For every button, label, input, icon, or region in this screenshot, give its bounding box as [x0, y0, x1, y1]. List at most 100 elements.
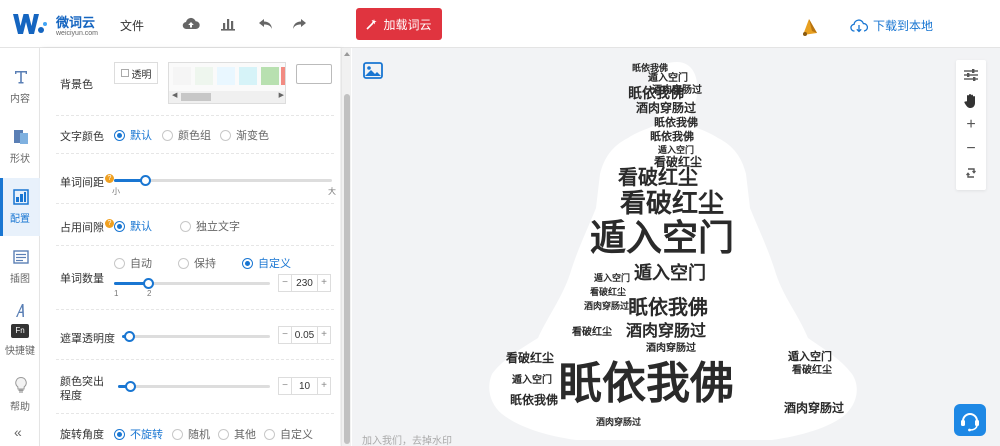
hand-pan-icon[interactable] — [962, 92, 980, 110]
cloud-word[interactable]: 眂依我佛 — [632, 64, 668, 73]
scroll-thumb[interactable] — [344, 94, 350, 444]
cloud-word[interactable]: 酒肉穿肠过 — [596, 418, 641, 427]
setting-mask-opacity-row: 遮罩透明度 − 0.05 + — [56, 310, 334, 360]
cloud-word[interactable]: 眂依我佛 — [628, 86, 684, 100]
stepper-minus-button[interactable]: − — [279, 327, 292, 343]
stepper-minus-button[interactable]: − — [279, 275, 292, 291]
stepper-plus-button[interactable]: + — [317, 327, 330, 343]
cloud-word[interactable]: 遁入空门 — [658, 146, 694, 155]
slider-handle[interactable] — [140, 175, 151, 186]
app-logo[interactable]: 微词云 weiciyun.com — [12, 8, 100, 40]
cloud-word[interactable]: 遁入空门 — [590, 220, 734, 256]
slider-handle[interactable] — [143, 278, 154, 289]
word-spacing-slider[interactable] — [114, 175, 332, 186]
cloud-word[interactable]: 遁入空门 — [788, 352, 832, 363]
swatch[interactable] — [281, 67, 285, 85]
word-count-slider[interactable] — [114, 278, 270, 289]
zoom-out-icon[interactable]: − — [962, 140, 980, 158]
stepper-plus-button[interactable]: + — [317, 275, 330, 291]
nav-item-content[interactable]: 内容 — [0, 58, 40, 116]
word-count-stepper[interactable]: − 230 + — [278, 274, 331, 292]
cloud-word[interactable]: 看破红尘 — [590, 288, 626, 297]
cloud-word[interactable]: 看破红尘 — [506, 352, 554, 364]
slider-handle[interactable] — [124, 331, 135, 342]
color-highlight-stepper[interactable]: − 10 + — [278, 377, 331, 395]
announcement-horn-icon[interactable] — [800, 17, 820, 37]
stepper-plus-button[interactable]: + — [317, 378, 330, 394]
mask-opacity-slider[interactable] — [122, 331, 270, 342]
cloud-word[interactable]: 眂依我佛 — [558, 362, 734, 406]
redo-icon[interactable] — [290, 15, 308, 33]
occupy-independent-radio[interactable]: 独立文字 — [180, 218, 240, 234]
watermark-text[interactable]: 加入我们，去掉水印 — [362, 432, 452, 446]
cloud-word[interactable]: 遁入空门 — [634, 264, 706, 282]
cloud-upload-icon[interactable] — [182, 15, 200, 33]
cloud-word[interactable]: 看破红尘 — [792, 366, 832, 376]
text-color-gradient-radio[interactable]: 渐变色 — [220, 127, 269, 143]
nav-item-help[interactable]: 帮助 — [0, 366, 40, 424]
color-highlight-value[interactable]: 10 — [292, 381, 317, 392]
panel-scrollbar[interactable] — [341, 48, 351, 446]
word-count-keep-radio[interactable]: 保持 — [178, 255, 216, 271]
word-count-auto-radio[interactable]: 自动 — [114, 255, 152, 271]
text-color-default-radio[interactable]: 默认 — [114, 127, 152, 143]
cloud-word[interactable]: 眂依我佛 — [510, 394, 558, 406]
word-count-value[interactable]: 230 — [292, 278, 317, 289]
cloud-word[interactable]: 遁入空门 — [512, 376, 552, 386]
cloud-word[interactable]: 看破红尘 — [620, 190, 724, 216]
undo-icon[interactable] — [257, 15, 275, 33]
rotation-other-radio[interactable]: 其他 — [218, 426, 256, 442]
collapse-chevron-icon[interactable]: « — [14, 424, 22, 440]
cloud-word[interactable]: 看破红尘 — [572, 328, 612, 338]
fit-screen-icon[interactable] — [962, 164, 980, 182]
cloud-word[interactable]: 酒肉穿肠过 — [584, 302, 629, 311]
nav-item-shortcut[interactable]: Fn 快捷键 — [0, 300, 40, 358]
bar-chart-icon[interactable] — [219, 15, 237, 33]
scroll-right-icon[interactable]: ▶ — [279, 91, 284, 99]
mask-opacity-stepper[interactable]: − 0.05 + — [278, 326, 331, 344]
swatch-scrollbar[interactable]: ◀ ▶ — [169, 91, 285, 103]
rotation-random-radio[interactable]: 随机 — [172, 426, 210, 442]
bg-color-input[interactable] — [296, 64, 332, 84]
swatch[interactable] — [239, 67, 257, 85]
swatch-scroll-thumb[interactable] — [181, 93, 211, 101]
color-highlight-slider[interactable] — [118, 381, 270, 392]
rotation-custom-radio[interactable]: 自定义 — [264, 426, 313, 442]
cloud-word[interactable]: 眂依我佛 — [628, 298, 708, 318]
cloud-word[interactable]: 眂依我佛 — [654, 118, 698, 129]
load-wordcloud-button[interactable]: 加载词云 — [356, 8, 442, 40]
cloud-word[interactable]: 酒肉穿肠过 — [636, 102, 696, 114]
cloud-word[interactable]: 遁入空门 — [594, 274, 630, 283]
cloud-word[interactable]: 眂依我佛 — [650, 132, 694, 143]
menu-file[interactable]: 文件 — [120, 17, 144, 34]
scroll-up-arrow-icon[interactable] — [344, 52, 350, 56]
nav-item-config[interactable]: 配置 — [0, 178, 40, 236]
text-color-palette-radio[interactable]: 颜色组 — [162, 127, 211, 143]
lightbulb-icon — [12, 376, 30, 394]
cloud-word[interactable]: 遁入空门 — [648, 74, 688, 84]
word-count-custom-radio[interactable]: 自定义 — [242, 255, 291, 271]
swatch[interactable] — [261, 67, 279, 85]
nav-item-shape[interactable]: 形状 — [0, 118, 40, 176]
setting-occupy-row: 占用间隙? 默认 独立文字 — [56, 204, 334, 246]
slider-handle[interactable] — [125, 381, 136, 392]
cloud-word[interactable]: 酒肉穿肠过 — [626, 324, 706, 340]
image-upload-icon[interactable] — [363, 62, 383, 80]
nav-item-illustration[interactable]: 插图 — [0, 238, 40, 296]
scroll-left-icon[interactable]: ◀ — [172, 91, 177, 99]
zoom-in-icon[interactable]: + — [962, 116, 980, 134]
cloud-word[interactable]: 酒肉穿肠过 — [646, 344, 696, 354]
cloud-word[interactable]: 酒肉穿肠过 — [784, 402, 844, 414]
rotation-none-radio[interactable]: 不旋转 — [114, 426, 163, 442]
sliders-icon[interactable] — [962, 66, 980, 84]
swatch[interactable] — [195, 67, 213, 85]
cloud-word[interactable]: 看破红尘 — [618, 168, 698, 188]
download-local-link[interactable]: 下载到本地 — [850, 17, 933, 34]
bg-transparent-checkbox[interactable]: 透明 — [114, 62, 158, 84]
swatch[interactable] — [217, 67, 235, 85]
occupy-default-radio[interactable]: 默认 — [114, 218, 152, 234]
mask-opacity-value[interactable]: 0.05 — [292, 330, 317, 341]
swatch[interactable] — [173, 67, 191, 85]
stepper-minus-button[interactable]: − — [279, 378, 292, 394]
customer-service-chat-icon[interactable] — [954, 404, 986, 436]
